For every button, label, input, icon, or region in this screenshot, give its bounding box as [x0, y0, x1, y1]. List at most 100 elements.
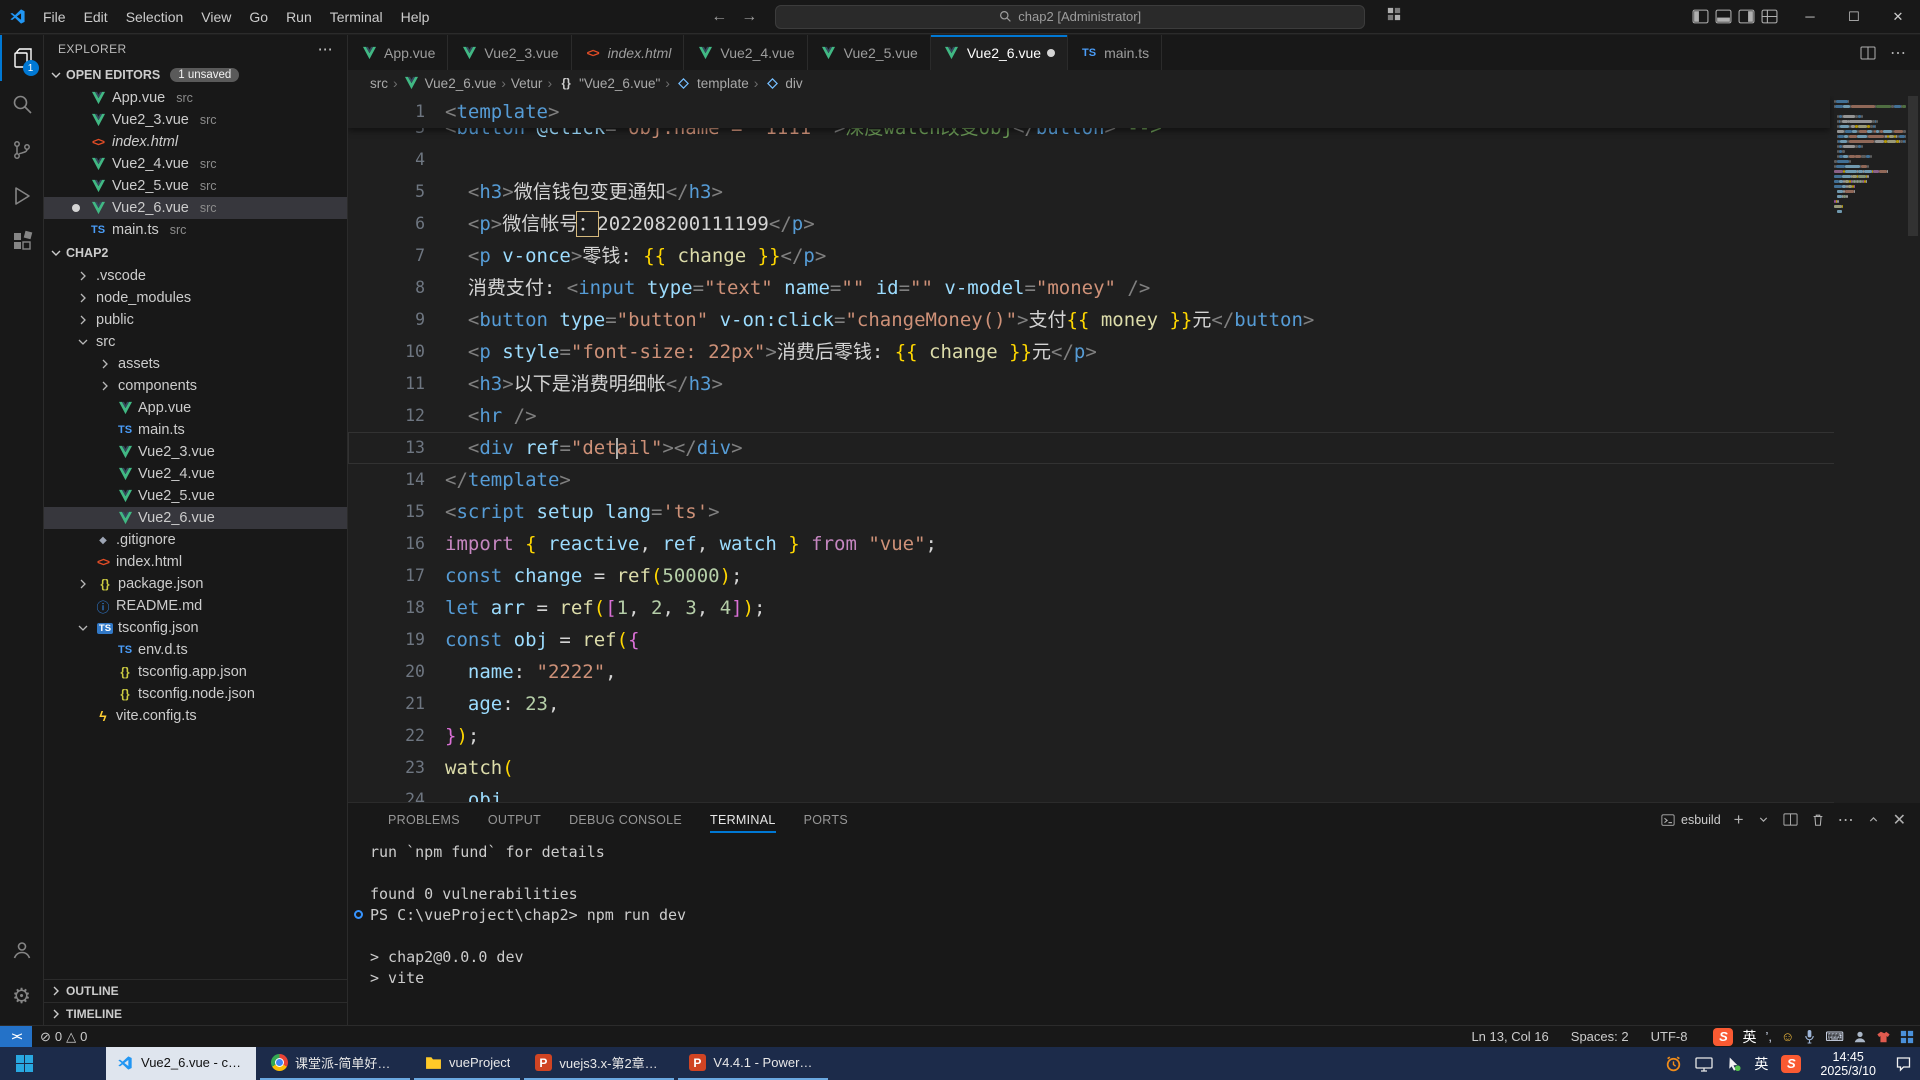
- split-editor-icon[interactable]: [1860, 45, 1876, 61]
- tree-item-tsconfig.node.json[interactable]: {}tsconfig.node.json: [44, 683, 347, 705]
- tree-item-README.md[interactable]: ⓘREADME.md: [44, 595, 347, 617]
- tree-item-tsconfig.json[interactable]: TStsconfig.json: [44, 617, 347, 639]
- tree-item-Vue2_3.vue[interactable]: Vue2_3.vue: [44, 441, 347, 463]
- layout-grid-icon[interactable]: [1379, 7, 1409, 26]
- open-editor-Vue2_5.vue[interactable]: Vue2_5.vuesrc: [44, 175, 347, 197]
- panel-more-icon[interactable]: ⋯: [1838, 810, 1854, 830]
- tree-item-src[interactable]: src: [44, 331, 347, 353]
- menu-edit[interactable]: Edit: [75, 0, 117, 34]
- code-line-15[interactable]: 15<script setup lang='ts'>: [348, 496, 1920, 528]
- panel-tab-terminal[interactable]: TERMINAL: [710, 803, 776, 836]
- tab-Vue2_3.vue[interactable]: Vue2_3.vue: [448, 35, 571, 70]
- remote-indicator[interactable]: ><: [0, 1026, 32, 1048]
- open-editor-main.ts[interactable]: TSmain.tssrc: [44, 219, 347, 241]
- maximize-button[interactable]: ☐: [1832, 0, 1876, 34]
- panel-tab-ports[interactable]: PORTS: [804, 803, 848, 836]
- sogou-icon[interactable]: S: [1713, 1028, 1733, 1046]
- emoji-icon[interactable]: ☺: [1781, 1029, 1794, 1044]
- activity-extensions[interactable]: [0, 219, 44, 265]
- code-line-5[interactable]: 5 <h3>微信钱包变更通知</h3>: [348, 176, 1920, 208]
- menu-terminal[interactable]: Terminal: [321, 0, 392, 34]
- taskbar-app-chrome[interactable]: 课堂派-简单好用的...: [260, 1047, 410, 1080]
- menu-help[interactable]: Help: [392, 0, 439, 34]
- minimap[interactable]: [1834, 96, 1906, 803]
- tray-language[interactable]: 英: [1754, 1054, 1768, 1074]
- code-line-24[interactable]: 24 obj: [348, 784, 1920, 803]
- breadcrumb-src[interactable]: src: [370, 76, 388, 91]
- code-line-13[interactable]: 13 <div ref="detail"></div>: [348, 432, 1920, 464]
- code-editor[interactable]: 3<button @click="obj.name = '1111'">深度wa…: [348, 96, 1920, 803]
- code-line-7[interactable]: 7 <p v-once>零钱: {{ change }}</p>: [348, 240, 1920, 272]
- tree-item-App.vue[interactable]: App.vue: [44, 397, 347, 419]
- breadcrumb-Vetur[interactable]: Vetur: [511, 76, 543, 91]
- menu-view[interactable]: View: [192, 0, 240, 34]
- code-line-4[interactable]: 4: [348, 144, 1920, 176]
- tab-main.ts[interactable]: TSmain.ts: [1068, 35, 1162, 70]
- command-center-search[interactable]: chap2 [Administrator]: [775, 5, 1365, 29]
- code-line-19[interactable]: 19const obj = ref({: [348, 624, 1920, 656]
- open-editor-App.vue[interactable]: App.vuesrc: [44, 87, 347, 109]
- status-utf-8[interactable]: UTF-8: [1651, 1029, 1688, 1044]
- tree-item-Vue2_5.vue[interactable]: Vue2_5.vue: [44, 485, 347, 507]
- terminal-output[interactable]: run `npm fund` for details found 0 vulne…: [348, 836, 1920, 1052]
- action-center-icon[interactable]: [1895, 1056, 1912, 1072]
- tree-item-.gitignore[interactable]: ◆.gitignore: [44, 529, 347, 551]
- taskbar-app-vscode[interactable]: Vue2_6.vue - ch...: [106, 1047, 256, 1080]
- toggle-panel-icon[interactable]: [1715, 8, 1732, 25]
- panel-tab-problems[interactable]: PROBLEMS: [388, 803, 460, 836]
- open-editors-header[interactable]: OPEN EDITORS 1 unsaved: [44, 63, 347, 87]
- breadcrumb-Vue26vue[interactable]: Vue2_6.vue: [403, 76, 497, 91]
- tree-item-Vue2_6.vue[interactable]: Vue2_6.vue: [44, 507, 347, 529]
- customize-layout-icon[interactable]: [1761, 8, 1778, 25]
- maximize-panel-icon[interactable]: [1867, 813, 1880, 826]
- ime-punctuation-icon[interactable]: ’,: [1765, 1029, 1772, 1044]
- alarm-icon[interactable]: [1665, 1055, 1682, 1072]
- editor-more-icon[interactable]: ⋯: [1890, 43, 1906, 63]
- code-line-22[interactable]: 22});: [348, 720, 1920, 752]
- terminal-instance-esbuild[interactable]: esbuild: [1661, 813, 1721, 827]
- close-panel-icon[interactable]: ✕: [1893, 810, 1906, 830]
- open-editor-Vue2_6.vue[interactable]: Vue2_6.vuesrc: [44, 197, 347, 219]
- keyboard-icon[interactable]: ⌨: [1825, 1029, 1844, 1045]
- kill-terminal-icon[interactable]: [1811, 813, 1825, 827]
- code-line-3[interactable]: 3<button @click="obj.name = '1111'">深度wa…: [348, 128, 1920, 144]
- back-icon[interactable]: ←: [711, 8, 727, 26]
- forward-icon[interactable]: →: [741, 8, 757, 26]
- taskbar-app-ppt[interactable]: PV4.4.1 - PowerPoi...: [678, 1047, 828, 1080]
- person-icon[interactable]: [1853, 1030, 1867, 1044]
- tree-item-assets[interactable]: assets: [44, 353, 347, 375]
- panel-tab-debug-console[interactable]: DEBUG CONSOLE: [569, 803, 682, 836]
- breadcrumb-div[interactable]: div: [763, 76, 802, 91]
- open-editor-Vue2_4.vue[interactable]: Vue2_4.vuesrc: [44, 153, 347, 175]
- outline-section[interactable]: OUTLINE: [44, 979, 347, 1002]
- split-terminal-icon[interactable]: [1783, 812, 1798, 827]
- mic-icon[interactable]: [1803, 1029, 1816, 1044]
- tab-App.vue[interactable]: App.vue: [348, 35, 448, 70]
- tree-item-package.json[interactable]: {}package.json: [44, 573, 347, 595]
- code-line-14[interactable]: 14</template>: [348, 464, 1920, 496]
- tree-item-Vue2_4.vue[interactable]: Vue2_4.vue: [44, 463, 347, 485]
- activity-source-control[interactable]: [0, 127, 44, 173]
- activity-search[interactable]: [0, 81, 44, 127]
- menu-selection[interactable]: Selection: [117, 0, 193, 34]
- tree-item-.vscode[interactable]: .vscode: [44, 265, 347, 287]
- code-line-1[interactable]: 1<template>: [348, 96, 1830, 128]
- code-line-8[interactable]: 8 消费支付: <input type="text" name="" id=""…: [348, 272, 1920, 304]
- menu-go[interactable]: Go: [240, 0, 277, 34]
- tree-item-node_modules[interactable]: node_modules: [44, 287, 347, 309]
- tree-item-index.html[interactable]: <>index.html: [44, 551, 347, 573]
- status-spaces-2[interactable]: Spaces: 2: [1571, 1029, 1629, 1044]
- tree-item-public[interactable]: public: [44, 309, 347, 331]
- folder-header-chap2[interactable]: CHAP2: [44, 241, 347, 265]
- code-line-6[interactable]: 6 <p>微信帐号：202208200111199</p>: [348, 208, 1920, 240]
- tab-Vue2_5.vue[interactable]: Vue2_5.vue: [808, 35, 931, 70]
- tree-item-main.ts[interactable]: TSmain.ts: [44, 419, 347, 441]
- menu-file[interactable]: File: [34, 0, 75, 34]
- code-line-9[interactable]: 9 <button type="button" v-on:click="chan…: [348, 304, 1920, 336]
- settings-gear-icon[interactable]: ⚙: [0, 973, 44, 1019]
- tree-item-tsconfig.app.json[interactable]: {}tsconfig.app.json: [44, 661, 347, 683]
- activity-explorer[interactable]: 1: [0, 35, 44, 81]
- status-ln-13-col-16[interactable]: Ln 13, Col 16: [1471, 1029, 1548, 1044]
- code-line-18[interactable]: 18let arr = ref([1, 2, 3, 4]);: [348, 592, 1920, 624]
- account-icon[interactable]: [0, 927, 44, 973]
